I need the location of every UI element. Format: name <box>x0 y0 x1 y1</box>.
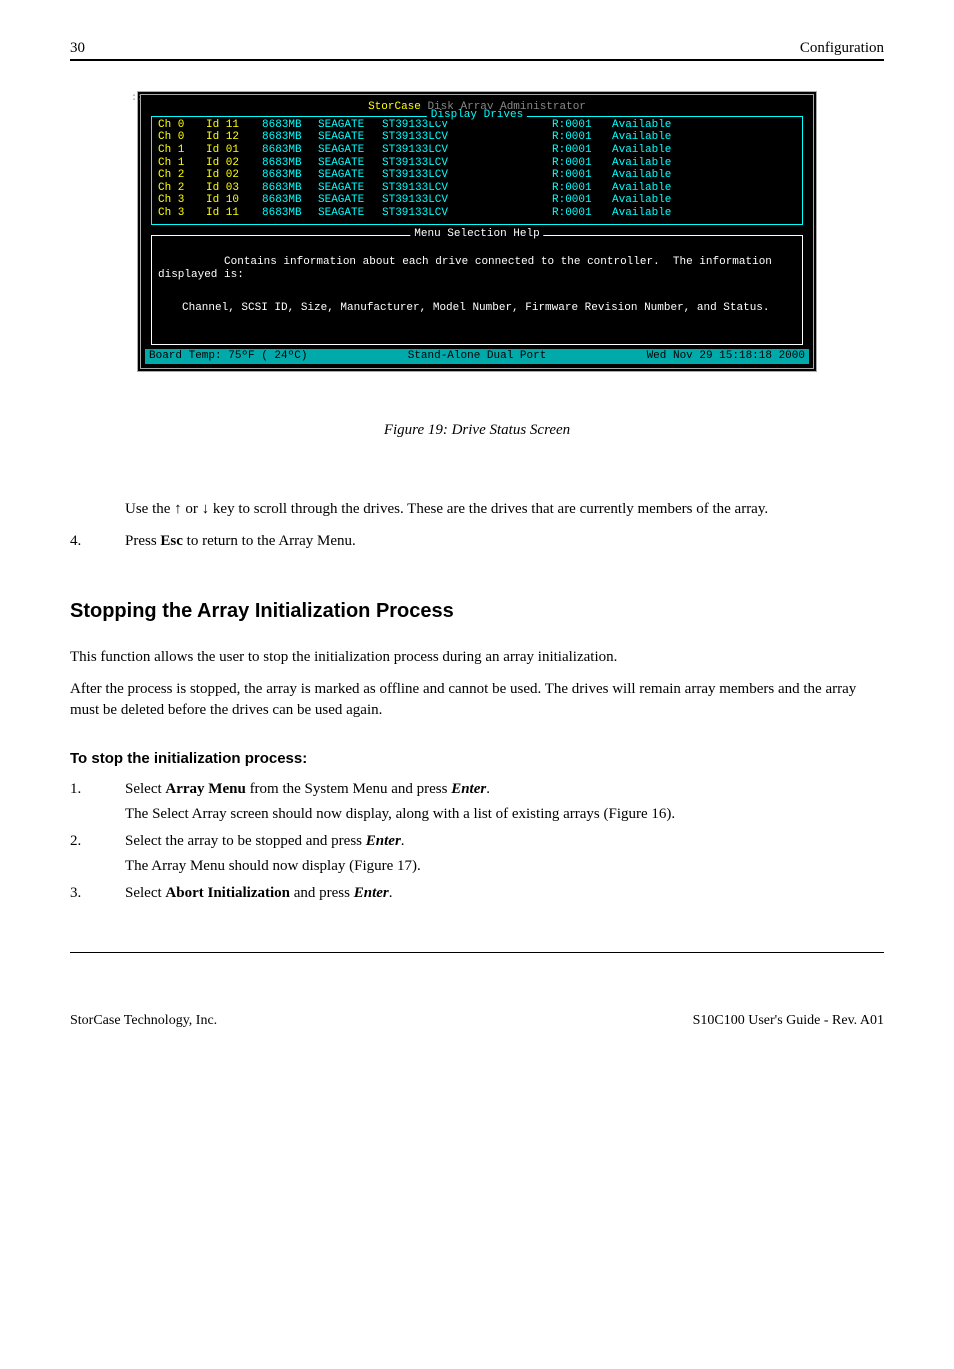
display-drives-panel: Display Drives Ch 0Id 118683MBSEAGATEST3… <box>151 116 803 225</box>
status-temp: Board Temp: 75ºF ( 24ºC) <box>149 350 307 363</box>
step-4: 4. Press Esc to return to the Array Menu… <box>70 533 884 550</box>
page-number: 30 <box>70 40 85 57</box>
terminal-status-bar: Board Temp: 75ºF ( 24ºC) Stand-Alone Dua… <box>145 349 809 364</box>
footer-right: S10C100 User's Guide - Rev. A01 <box>693 1013 884 1029</box>
stop-process-heading: To stop the initialization process: <box>70 750 884 767</box>
terminal-title-bright: StorCase <box>368 101 421 113</box>
section-heading: Stopping the Array Initialization Proces… <box>70 600 884 623</box>
drive-row: Ch 1Id 018683MBSEAGATEST39133LCVR:0001Av… <box>158 144 796 157</box>
help-panel: Menu Selection Help Contains information… <box>151 235 803 345</box>
step-1: 1.Select Array Menu from the System Menu… <box>70 781 884 823</box>
footer-rule <box>70 952 884 953</box>
status-mode: Stand-Alone Dual Port <box>408 350 547 363</box>
footer-left: StorCase Technology, Inc. <box>70 1013 217 1029</box>
header-rule <box>70 59 884 61</box>
section-para-1: This function allows the user to stop th… <box>70 647 884 667</box>
drive-row: Ch 3Id 118683MBSEAGATEST39133LCVR:0001Av… <box>158 207 796 220</box>
step-2: 2.Select the array to be stopped and pre… <box>70 833 884 875</box>
drive-row: Ch 3Id 108683MBSEAGATEST39133LCVR:0001Av… <box>158 194 796 207</box>
help-line-1: Contains information about each drive co… <box>158 256 779 281</box>
header-section: Configuration <box>800 40 884 57</box>
status-datetime: Wed Nov 29 15:18:18 2000 <box>647 350 805 363</box>
section-para-2: After the process is stopped, the array … <box>70 679 884 720</box>
display-drives-title: Display Drives <box>427 109 527 122</box>
arrow-up-icon: ↑ <box>174 500 182 517</box>
drive-row: Ch 1Id 028683MBSEAGATEST39133LCVR:0001Av… <box>158 157 796 170</box>
step-3: 3.Select Abort Initialization and press … <box>70 885 884 902</box>
terminal-screenshot: :: StorCase Disk Array Administrator Dis… <box>137 91 817 372</box>
drive-row: Ch 0Id 128683MBSEAGATEST39133LCVR:0001Av… <box>158 131 796 144</box>
figure-caption: Figure 19: Drive Status Screen <box>70 422 884 439</box>
help-line-2: Channel, SCSI ID, Size, Manufacturer, Mo… <box>182 302 796 315</box>
help-title: Menu Selection Help <box>410 228 543 241</box>
use-arrows-paragraph: Use the ↑ or ↓ key to scroll through the… <box>125 499 874 519</box>
drive-row: Ch 2Id 028683MBSEAGATEST39133LCVR:0001Av… <box>158 169 796 182</box>
drive-row: Ch 2Id 038683MBSEAGATEST39133LCVR:0001Av… <box>158 182 796 195</box>
